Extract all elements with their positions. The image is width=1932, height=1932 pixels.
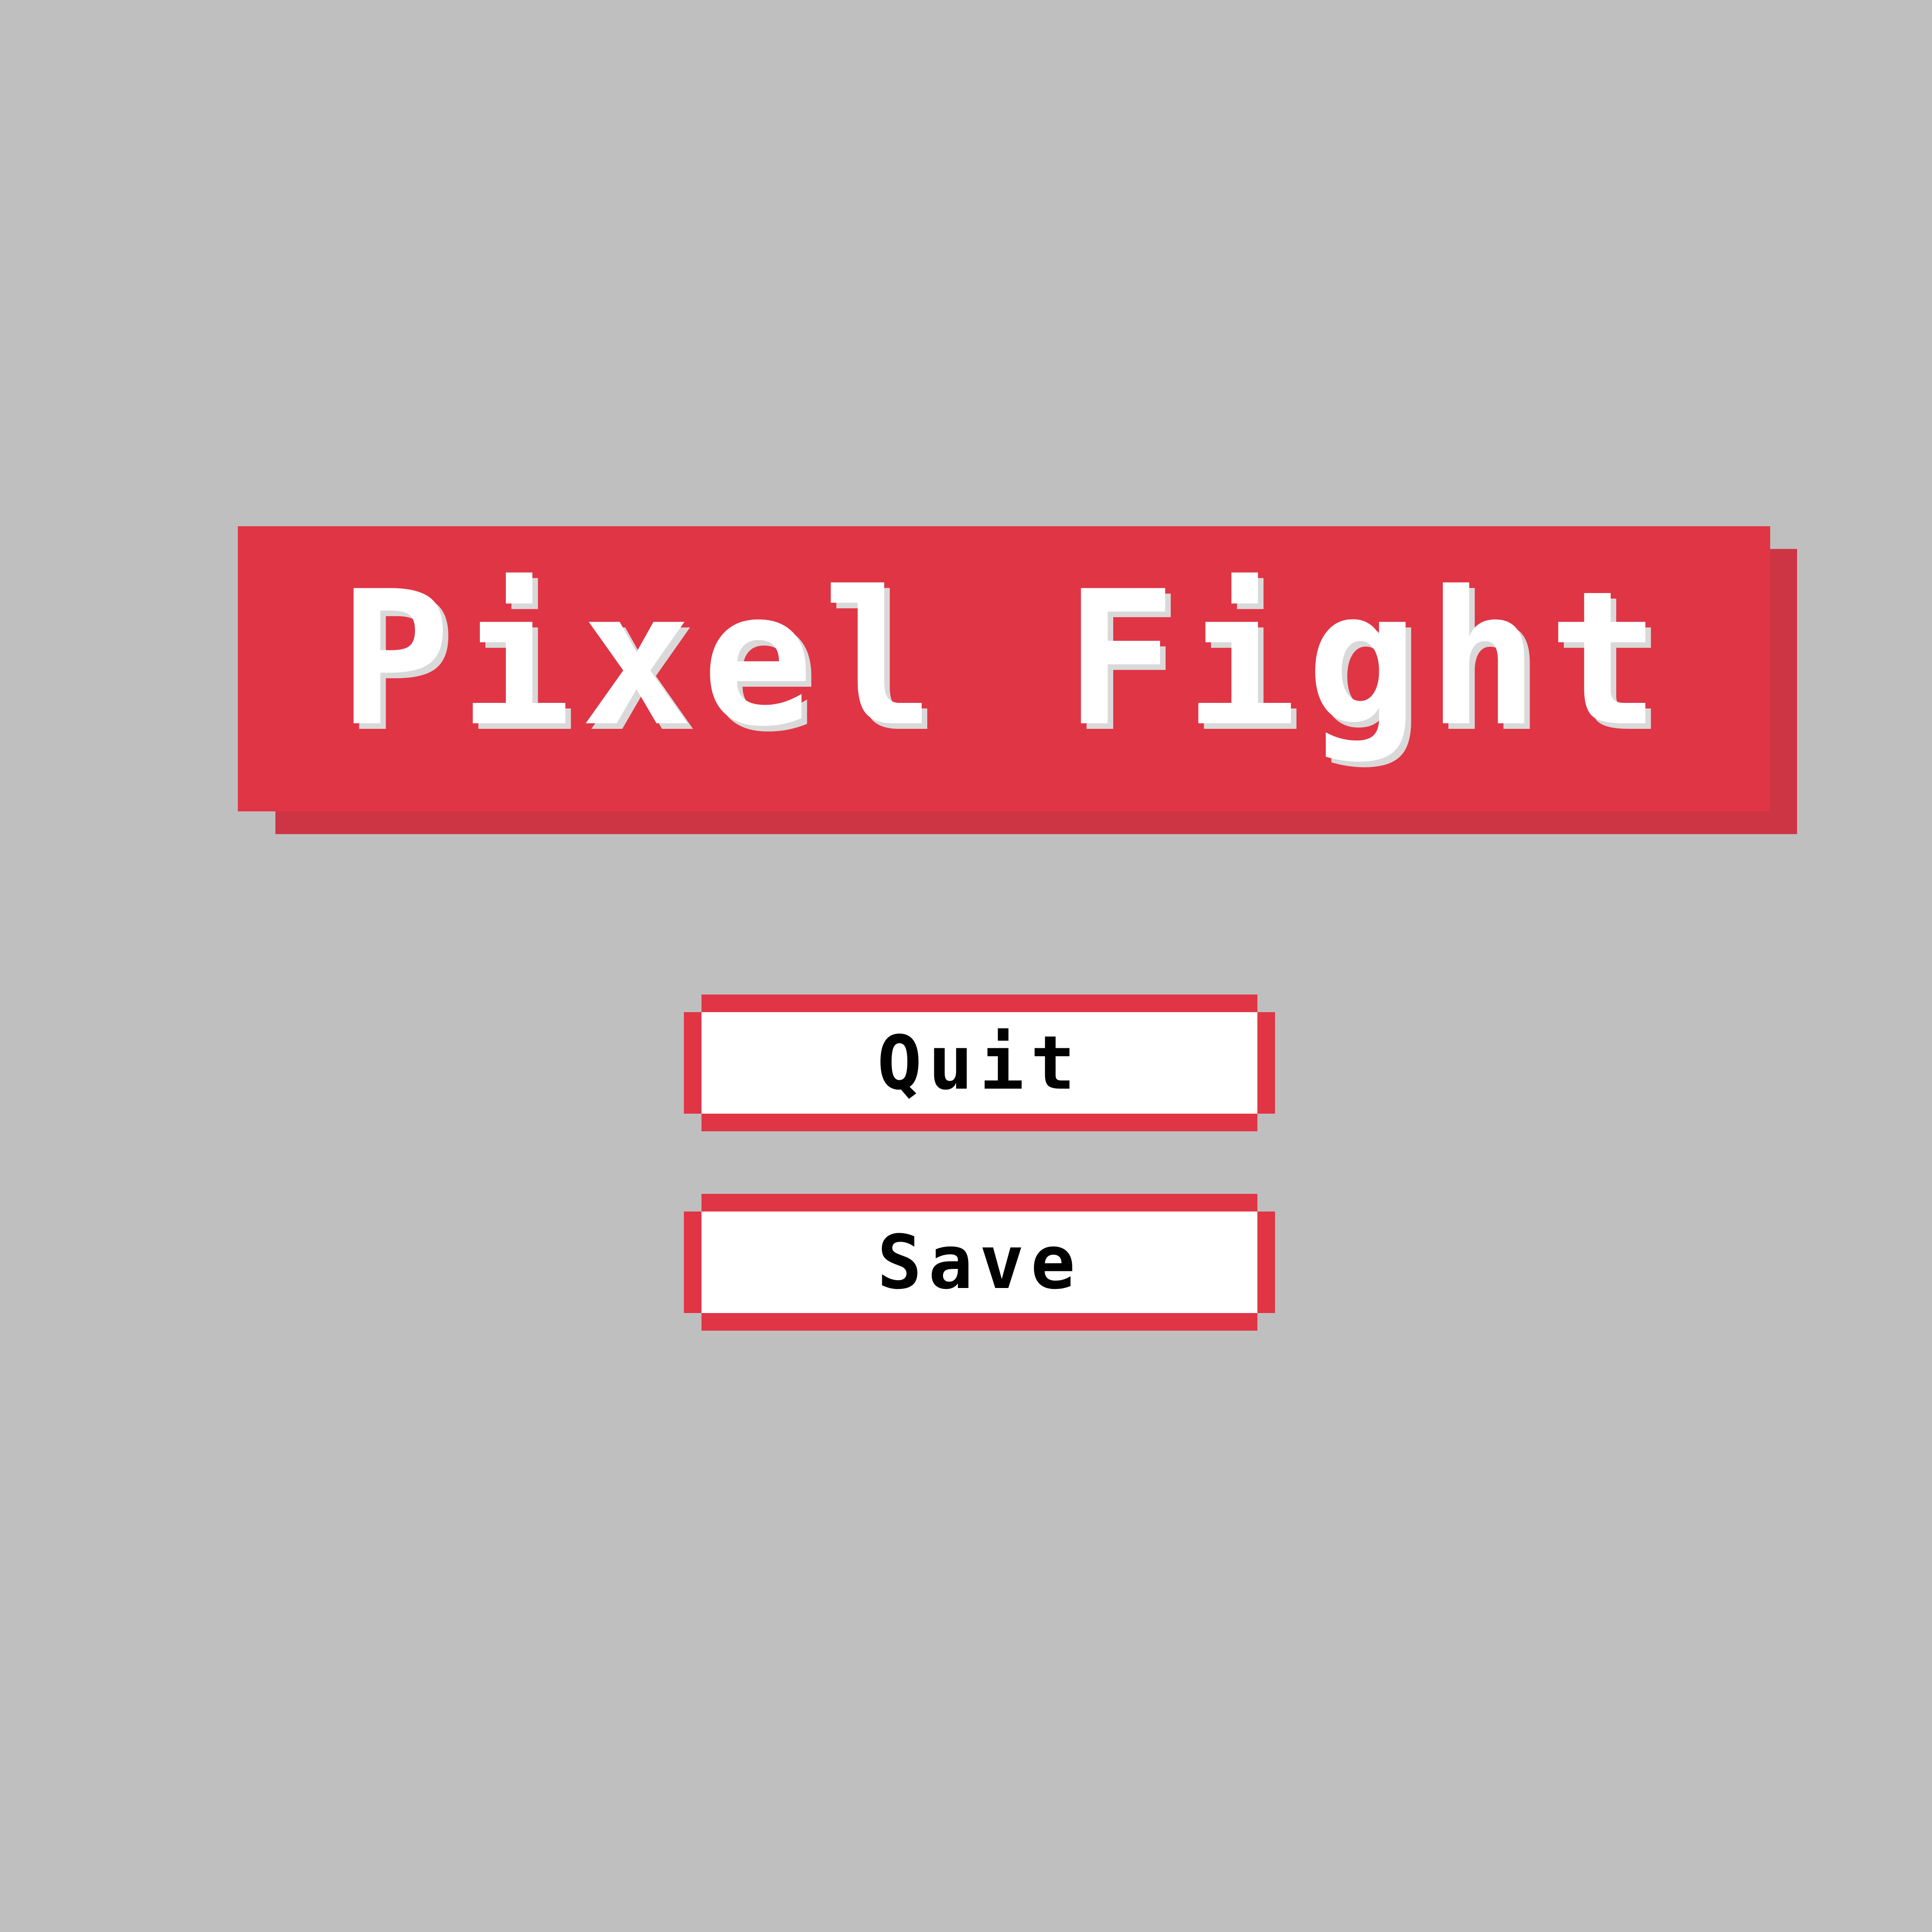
quit-button-label: Quit xyxy=(877,1019,1082,1106)
game-title: Pixel Fight xyxy=(338,551,1670,767)
save-button-face[interactable]: Save xyxy=(701,1211,1257,1313)
title-banner: Pixel Fight xyxy=(238,526,1770,811)
quit-button-face[interactable]: Quit xyxy=(701,1012,1257,1114)
save-button[interactable]: Save xyxy=(684,1194,1275,1331)
quit-button[interactable]: Quit xyxy=(684,995,1275,1131)
save-button-label: Save xyxy=(877,1218,1082,1306)
